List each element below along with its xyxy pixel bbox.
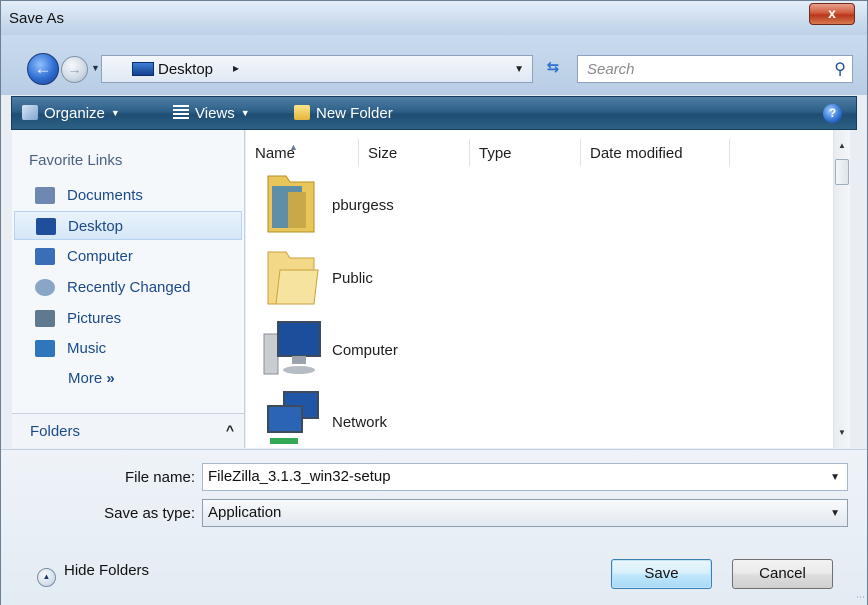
folders-toggle[interactable]: Folders ^ xyxy=(12,413,244,448)
address-bar[interactable]: Desktop ▸ ▼ xyxy=(101,55,533,83)
views-icon xyxy=(173,105,189,120)
help-button[interactable]: ? xyxy=(823,104,842,123)
command-toolbar: Organize ▼ Views ▼ New Folder ? xyxy=(11,96,857,130)
nav-item-recently-changed[interactable]: Recently Changed xyxy=(14,273,242,302)
navigation-pane: Favorite Links Documents Desktop Compute… xyxy=(12,130,245,448)
file-list-pane: ▲ Name Size Type Date modified pburgess xyxy=(246,130,848,448)
forward-button[interactable]: → xyxy=(61,56,88,83)
file-item-public[interactable]: Public xyxy=(262,244,502,314)
views-label: Views xyxy=(195,105,235,122)
documents-icon xyxy=(35,187,55,204)
column-header-label: Size xyxy=(368,145,398,162)
nav-item-label: Pictures xyxy=(67,310,122,327)
network-icon xyxy=(267,391,319,444)
new-folder-label: New Folder xyxy=(316,105,393,122)
column-header-label: Date modified xyxy=(590,145,683,162)
hide-folders-button[interactable]: ▲ Hide Folders xyxy=(37,562,149,587)
title-bar[interactable]: Save As x xyxy=(1,1,867,35)
address-location[interactable]: Desktop xyxy=(158,61,213,78)
desktop-icon xyxy=(132,62,154,76)
search-icon[interactable]: ⚲ xyxy=(834,59,846,79)
chevron-up-circle-icon: ▲ xyxy=(37,568,56,587)
computer-icon xyxy=(263,321,321,375)
nav-item-documents[interactable]: Documents xyxy=(14,181,242,210)
column-header-label: Type xyxy=(479,145,512,162)
pictures-icon xyxy=(35,310,55,327)
nav-item-label: Documents xyxy=(67,187,143,204)
address-bar-row: ← → ▼ Desktop ▸ ▼ ⇆ Search ⚲ xyxy=(1,35,867,95)
hide-folders-label: Hide Folders xyxy=(64,562,150,579)
vertical-scrollbar[interactable]: ▲ ▼ xyxy=(833,130,850,448)
nav-item-computer[interactable]: Computer xyxy=(14,242,242,271)
file-name-label: File name: xyxy=(124,469,195,486)
recently-changed-icon xyxy=(35,279,55,296)
address-dropdown-icon[interactable]: ▼ xyxy=(514,64,524,75)
chevron-down-icon: ▼ xyxy=(240,108,250,118)
new-folder-icon xyxy=(294,105,310,120)
file-item-network[interactable]: Network xyxy=(262,388,502,458)
save-as-type-label: Save as type: xyxy=(104,505,195,522)
column-header-name[interactable]: ▲ Name xyxy=(246,139,359,166)
chevron-down-icon[interactable]: ▼ xyxy=(830,465,840,491)
scrollbar-thumb[interactable] xyxy=(835,159,849,185)
file-name-field[interactable]: FileZilla_3.1.3_win32-setup ▼ xyxy=(202,463,848,491)
save-button[interactable]: Save xyxy=(611,559,712,589)
chevron-down-icon: ▼ xyxy=(830,508,840,519)
column-header-size[interactable]: Size xyxy=(359,139,470,166)
save-as-type-select[interactable]: Application ▼ xyxy=(202,499,848,527)
nav-item-label: Recently Changed xyxy=(67,279,191,296)
views-menu[interactable]: Views ▼ xyxy=(173,105,250,122)
sort-ascending-icon: ▲ xyxy=(289,142,298,152)
save-options-panel: File name: FileZilla_3.1.3_win32-setup ▼… xyxy=(1,449,867,605)
nav-item-label: Music xyxy=(67,340,107,357)
chevron-up-icon: ^ xyxy=(225,422,234,438)
save-as-type-value: Application xyxy=(208,504,282,521)
nav-item-pictures[interactable]: Pictures xyxy=(14,304,242,333)
favorite-links-heading: Favorite Links xyxy=(29,152,123,169)
user-folder-icon xyxy=(267,175,315,233)
nav-item-label: Desktop xyxy=(68,218,124,235)
nav-item-desktop[interactable]: Desktop xyxy=(14,211,242,240)
scroll-up-icon[interactable]: ▲ xyxy=(838,141,846,150)
save-as-dialog: Save As x ← → ▼ Desktop ▸ ▼ ⇆ Search ⚲ O… xyxy=(0,0,868,605)
more-label: More xyxy=(68,370,103,387)
refresh-button[interactable]: ⇆ xyxy=(537,55,569,83)
folder-icon xyxy=(267,251,319,305)
scroll-down-icon[interactable]: ▼ xyxy=(838,428,846,437)
music-icon xyxy=(35,340,55,357)
file-name: Public xyxy=(332,270,373,287)
file-name-value: FileZilla_3.1.3_win32-setup xyxy=(208,468,391,485)
recent-pages-dropdown[interactable]: ▼ xyxy=(91,63,100,73)
resize-grip-icon[interactable]: ⋯ xyxy=(856,592,865,603)
file-name: pburgess xyxy=(332,197,394,214)
chevron-down-icon: ▼ xyxy=(110,108,120,118)
search-input[interactable]: Search ⚲ xyxy=(577,55,853,83)
nav-item-music[interactable]: Music xyxy=(14,334,242,363)
desktop-icon xyxy=(36,218,56,235)
more-links-button[interactable]: More » xyxy=(68,370,115,387)
back-button[interactable]: ← xyxy=(27,53,59,85)
breadcrumb-separator-icon[interactable]: ▸ xyxy=(233,61,239,75)
folders-label: Folders xyxy=(30,423,81,440)
search-placeholder: Search xyxy=(587,61,635,78)
column-header-date-modified[interactable]: Date modified xyxy=(581,139,730,166)
organize-menu[interactable]: Organize ▼ xyxy=(22,105,120,122)
file-item-computer[interactable]: Computer xyxy=(262,316,502,386)
file-name: Computer xyxy=(332,342,398,359)
file-name: Network xyxy=(332,414,388,431)
double-chevron-icon: » xyxy=(106,370,115,387)
organize-label: Organize xyxy=(44,105,105,122)
column-header-type[interactable]: Type xyxy=(470,139,581,166)
new-folder-button[interactable]: New Folder xyxy=(294,105,393,122)
organize-icon xyxy=(22,105,38,120)
cancel-button[interactable]: Cancel xyxy=(732,559,833,589)
window-title: Save As xyxy=(9,10,65,27)
nav-item-label: Computer xyxy=(67,248,133,265)
file-item-pburgess[interactable]: pburgess xyxy=(262,172,502,242)
column-header-row: ▲ Name Size Type Date modified xyxy=(246,139,832,166)
computer-icon xyxy=(35,248,55,265)
close-button[interactable]: x xyxy=(809,3,855,25)
